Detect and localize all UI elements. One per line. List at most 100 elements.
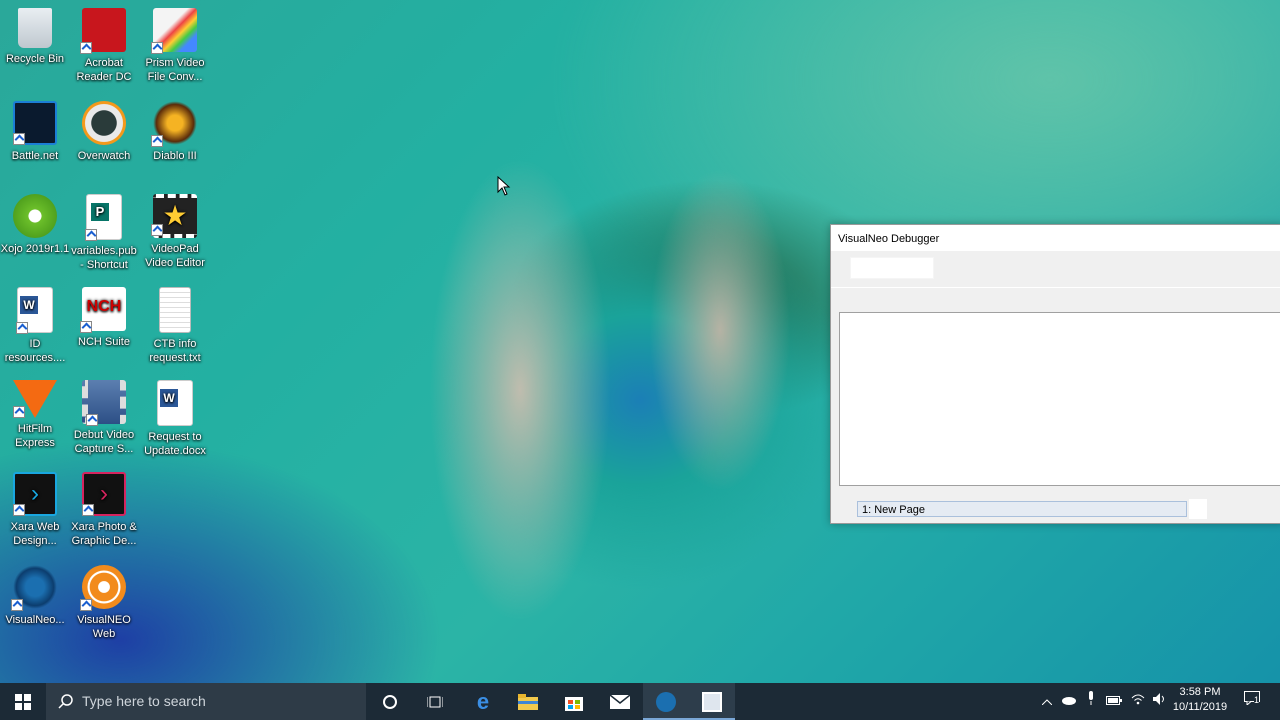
prism-icon: [151, 8, 197, 54]
word-document-icon: W: [16, 287, 53, 334]
file-explorer-button[interactable]: [505, 683, 551, 720]
desktop-icon-videopad[interactable]: ★ VideoPad Video Editor: [139, 194, 211, 270]
network-tray[interactable]: [1128, 683, 1148, 720]
debugger-content-pane[interactable]: [839, 312, 1280, 486]
desktop-icon-xara-photo[interactable]: › Xara Photo & Graphic De...: [68, 472, 140, 548]
desktop-icon-request-docx[interactable]: W Request to Update.docx: [139, 380, 211, 458]
desktop-icon-label: Recycle Bin: [5, 53, 65, 65]
search-placeholder: Type here to search: [82, 693, 206, 709]
search-box[interactable]: Type here to search: [46, 683, 366, 720]
search-icon: [58, 694, 73, 709]
edge-icon: e: [476, 688, 490, 714]
toolbar-field[interactable]: [850, 257, 934, 279]
task-view-icon: [427, 696, 443, 707]
edge-button[interactable]: e: [460, 683, 506, 720]
desktop-icon-variables-pub[interactable]: P variables.pub - Shortcut: [68, 194, 140, 272]
desktop-icon-label: Prism Video File Conv...: [145, 57, 205, 83]
desktop-icon-label: Debut Video Capture S...: [73, 429, 135, 455]
action-center-button[interactable]: 1: [1238, 683, 1266, 720]
cortana-icon: [383, 694, 397, 709]
desktop-icon-id-resources[interactable]: W ID resources....: [0, 287, 71, 365]
xara-photo-icon: ›: [82, 472, 126, 516]
desktop-icon-acrobat[interactable]: Acrobat Reader DC: [68, 8, 140, 84]
mail-button[interactable]: [597, 683, 643, 720]
onedrive-tray[interactable]: [1058, 683, 1080, 720]
battle-net-icon: [13, 101, 57, 145]
windows-icon: [15, 693, 31, 710]
desktop-icon-diablo[interactable]: Diablo III: [139, 101, 211, 163]
desktop-icon-label: HitFilm Express: [15, 423, 55, 449]
videopad-icon: ★: [151, 194, 197, 238]
desktop-icon-visualneo-web[interactable]: VisualNEO Web: [68, 565, 140, 641]
start-button[interactable]: [0, 683, 46, 720]
microphone-icon: [1089, 691, 1093, 705]
desktop-icon-label: VideoPad Video Editor: [145, 243, 205, 269]
hitfilm-icon: [13, 380, 57, 418]
cortana-button[interactable]: [367, 683, 413, 720]
desktop-icon-recycle-bin[interactable]: Recycle Bin: [0, 8, 71, 66]
notification-badge: 1: [1254, 695, 1260, 705]
xara-web-icon: ›: [13, 472, 57, 516]
desktop-icon-label: Request to Update.docx: [144, 431, 206, 457]
desktop-icon-label: Xara Photo & Graphic De...: [71, 521, 137, 547]
word-document-icon: W: [157, 380, 193, 426]
desktop-icon-label: Xojo 2019r1.1: [0, 243, 70, 255]
desktop-icon-debut[interactable]: Debut Video Capture S...: [68, 380, 140, 456]
desktop-icon-label: Diablo III: [153, 150, 197, 162]
taskbar: Type here to search e 3:58 PM 10/11/2019…: [0, 683, 1280, 720]
desktop-icon-label: ID resources....: [4, 338, 66, 364]
store-button[interactable]: [551, 683, 597, 720]
debugger-window[interactable]: VisualNeo Debugger 1: New Page: [830, 224, 1280, 524]
microphone-tray[interactable]: [1082, 683, 1100, 720]
store-icon: [565, 696, 583, 711]
wifi-icon: [1131, 694, 1145, 705]
desktop-icon-hitfilm[interactable]: HitFilm Express: [0, 380, 71, 450]
debugger-taskbar-button[interactable]: [689, 683, 735, 720]
recycle-bin-icon: [18, 8, 52, 48]
diablo-icon: [151, 101, 197, 147]
divider: [831, 287, 1280, 288]
visualneo-icon: [656, 691, 676, 712]
battery-icon: [1106, 696, 1122, 705]
overwatch-icon: [82, 101, 126, 145]
chevron-up-icon: [1041, 699, 1053, 706]
debut-icon: [82, 380, 126, 426]
desktop-icon-overwatch[interactable]: Overwatch: [68, 101, 140, 163]
desktop-icon-label: NCH Suite: [78, 336, 130, 348]
system-clock[interactable]: 3:58 PM 10/11/2019: [1166, 685, 1234, 715]
task-view-button[interactable]: [412, 683, 458, 720]
speaker-icon: [1153, 693, 1164, 705]
desktop-icon-label: variables.pub - Shortcut: [71, 245, 137, 271]
desktop-icon-xojo[interactable]: Xojo 2019r1.1: [0, 194, 71, 256]
desktop-icon-ctb-info[interactable]: CTB info request.txt: [139, 287, 211, 365]
battery-tray[interactable]: [1104, 683, 1124, 720]
clock-date: 10/11/2019: [1172, 701, 1228, 713]
debugger-icon: [702, 691, 722, 712]
desktop-icon-label: Overwatch: [77, 150, 131, 162]
desktop-icon-label: VisualNEO Web: [77, 614, 131, 640]
clock-time: 3:58 PM: [1179, 686, 1221, 698]
desktop-icon-visualneo[interactable]: VisualNeo...: [0, 565, 71, 627]
folder-icon: [518, 693, 538, 710]
visualneo-icon: [11, 565, 57, 611]
desktop-icon-label: VisualNeo...: [5, 614, 65, 626]
publisher-file-icon: P: [85, 194, 122, 241]
visualneo-web-icon: [80, 565, 126, 611]
text-file-icon: [159, 287, 191, 333]
mail-icon: [610, 694, 630, 709]
desktop-icon-battle-net[interactable]: Battle.net: [0, 101, 71, 163]
desktop-icon-prism[interactable]: Prism Video File Conv...: [139, 8, 211, 84]
nch-icon: NCH: [80, 287, 126, 333]
desktop-icon-label: Acrobat Reader DC: [76, 57, 132, 83]
desktop-icon-xara-web[interactable]: › Xara Web Design...: [0, 472, 71, 548]
desktop-icon-label: Xara Web Design...: [10, 521, 60, 547]
desktop-icon-nch-suite[interactable]: NCH NCH Suite: [68, 287, 140, 349]
cloud-icon: [1062, 697, 1076, 705]
show-hidden-icons-button[interactable]: [1038, 683, 1056, 720]
desktop-icon-label: Battle.net: [11, 150, 59, 162]
visualneo-taskbar-button[interactable]: [643, 683, 689, 720]
acrobat-icon: [80, 8, 126, 54]
page-selector[interactable]: 1: New Page: [857, 501, 1187, 517]
xojo-icon: [13, 194, 57, 238]
page-selector-button[interactable]: [1189, 499, 1207, 519]
